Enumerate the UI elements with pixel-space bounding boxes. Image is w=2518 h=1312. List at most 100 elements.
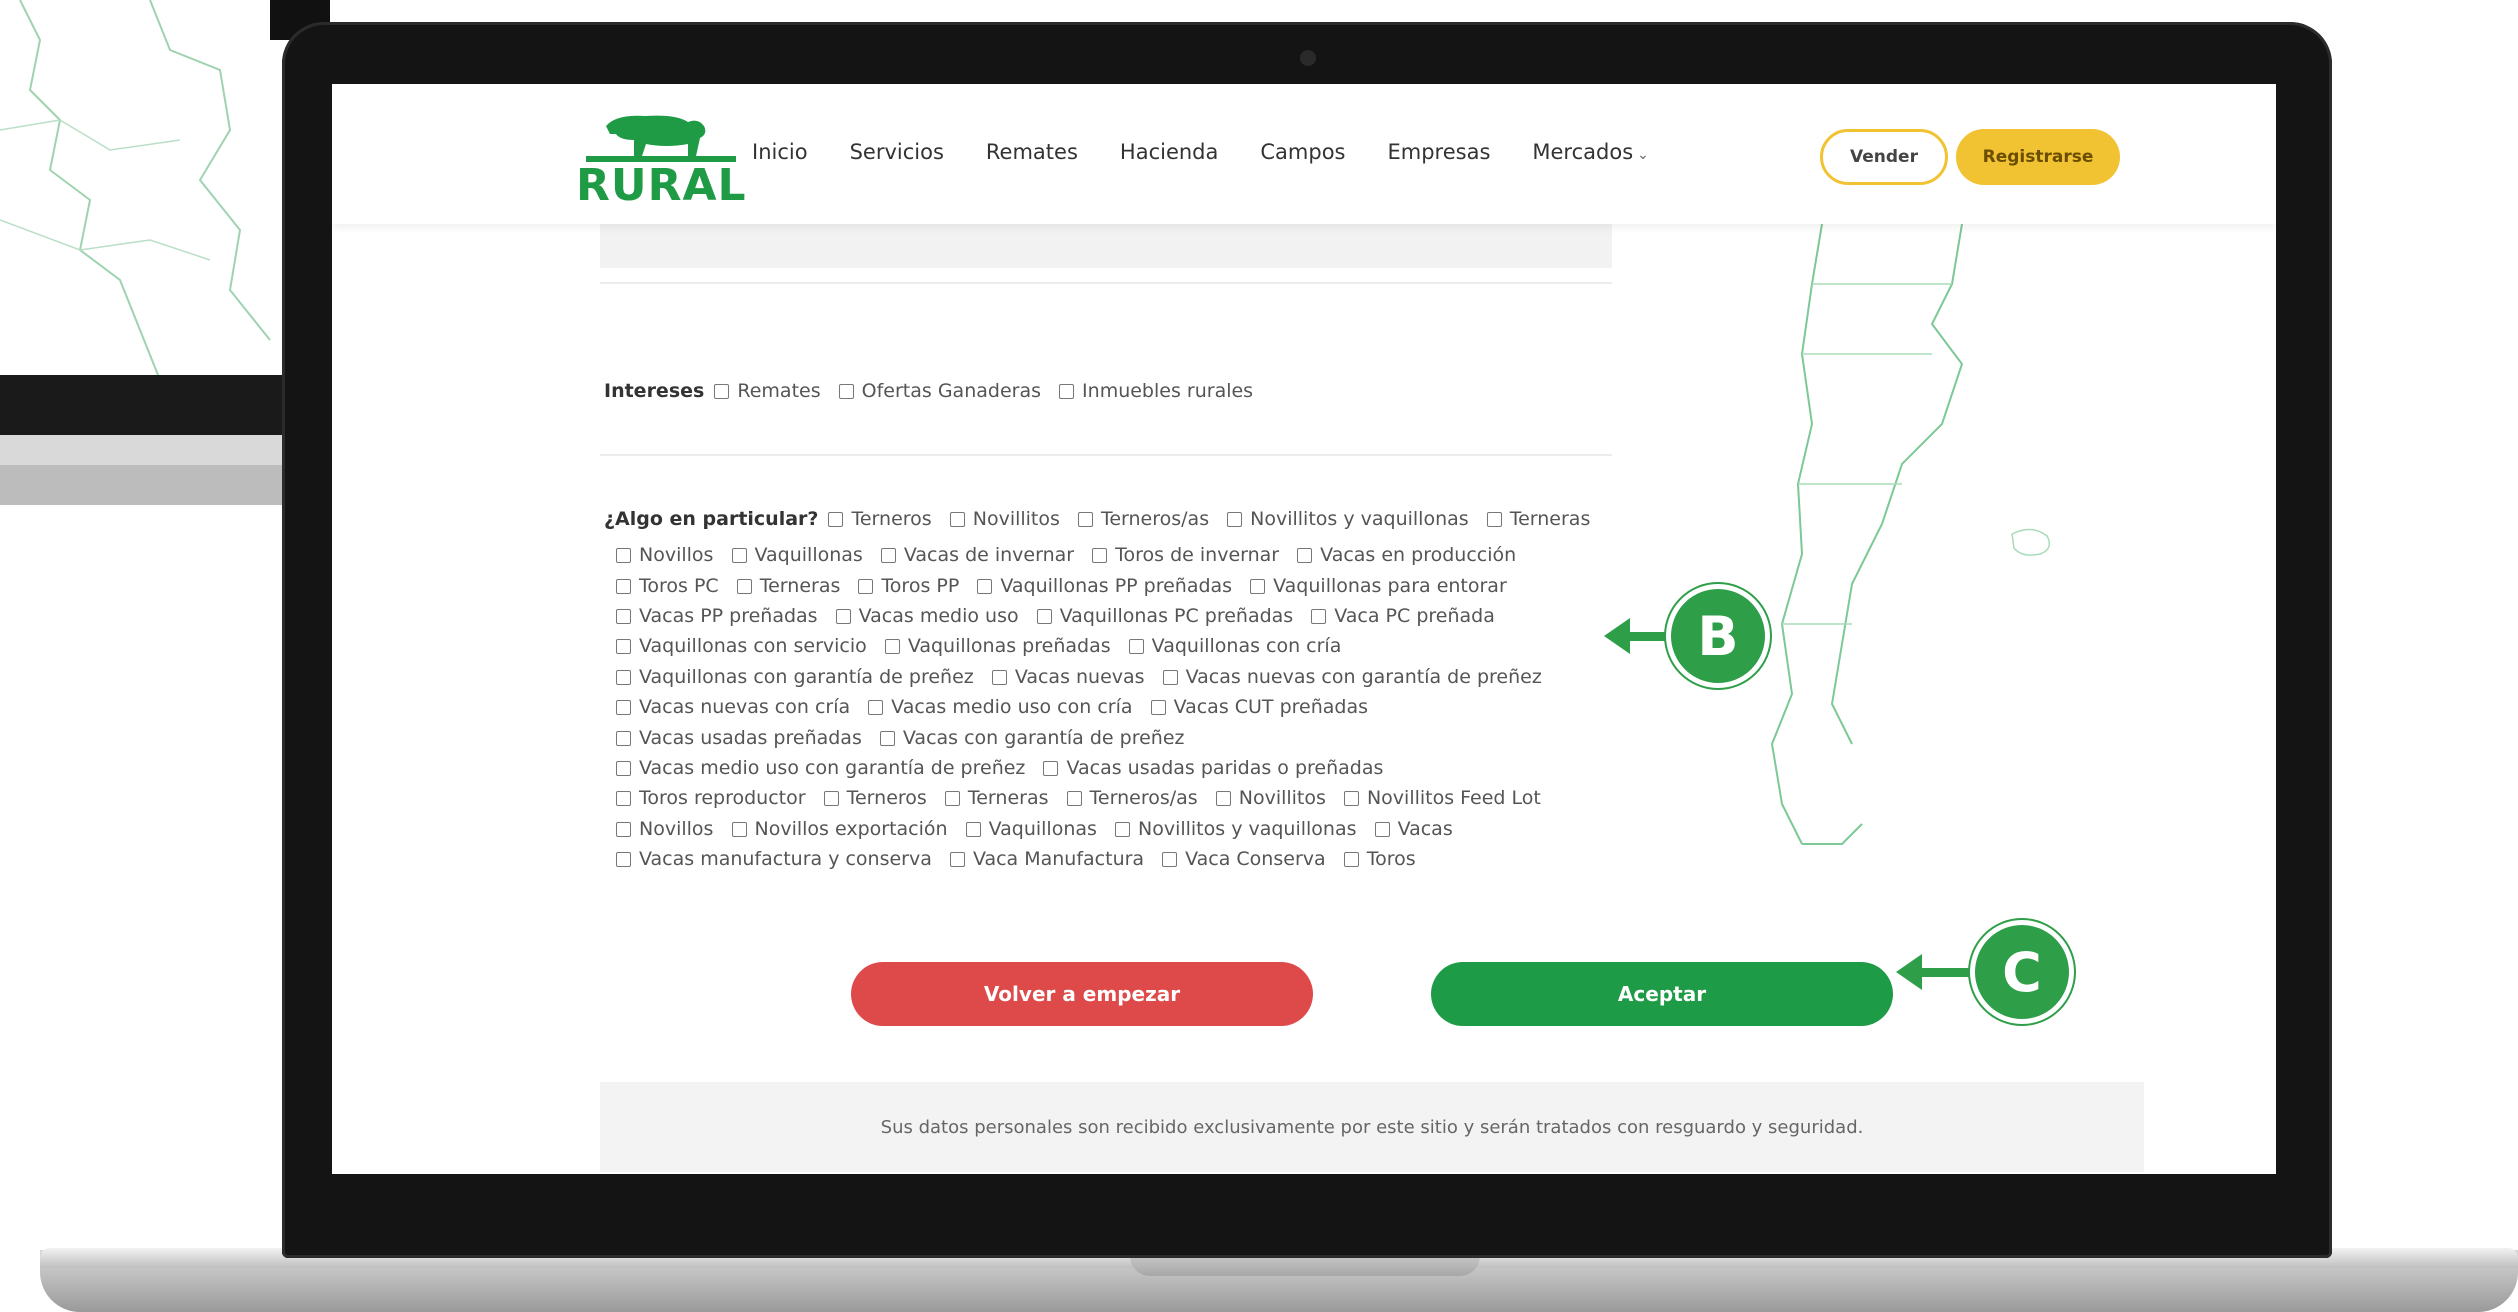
- algo-checkbox[interactable]: [1066, 791, 1082, 806]
- algo-option: Terneras: [759, 575, 841, 597]
- algo-checkbox[interactable]: [731, 822, 747, 837]
- algo-option: Vacas con garantía de preñez: [902, 727, 1185, 749]
- algo-checkbox[interactable]: [965, 822, 981, 837]
- algo-row-11: Vacas manufactura y conserva Vaca Manufa…: [612, 848, 1416, 870]
- algo-option: Vacas nuevas con cría: [639, 696, 851, 718]
- algo-option: Terneros/as: [1089, 787, 1198, 809]
- chevron-down-icon: ⌄: [1637, 147, 1649, 163]
- algo-checkbox[interactable]: [1374, 822, 1390, 837]
- arrow-left-icon: [1604, 618, 1630, 654]
- algo-option: Vacas nuevas con garantía de preñez: [1185, 666, 1542, 688]
- rural-logo[interactable]: RURAL: [576, 104, 746, 214]
- nav-link-mercados[interactable]: Mercados ⌄: [1532, 140, 1648, 164]
- algo-option: Vaquillonas PC preñadas: [1059, 605, 1294, 627]
- algo-checkbox[interactable]: [616, 852, 631, 867]
- divider: [600, 282, 1612, 284]
- vender-button[interactable]: Vender: [1820, 129, 1948, 185]
- algo-option: Novillitos y vaquillonas: [1137, 818, 1357, 840]
- algo-row-10: Novillos Novillos exportación Vaquillona…: [612, 818, 1453, 840]
- cow-icon: [586, 115, 736, 162]
- nav-link-campos[interactable]: Campos: [1260, 140, 1345, 164]
- algo-option: Terneras: [967, 787, 1049, 809]
- algo-option: Vacas medio uso con cría: [891, 696, 1133, 718]
- algo-checkbox[interactable]: [616, 731, 631, 746]
- algo-checkbox[interactable]: [1297, 548, 1313, 563]
- nav-link-remates[interactable]: Remates: [986, 140, 1078, 164]
- nav-link-hacienda[interactable]: Hacienda: [1120, 140, 1218, 164]
- algo-checkbox[interactable]: [736, 579, 752, 594]
- algo-option: Terneras: [1509, 508, 1591, 530]
- callout-c-badge: C: [1970, 920, 2074, 1024]
- volver-a-empezar-button[interactable]: Volver a empezar: [851, 962, 1313, 1026]
- algo-option: Terneros/as: [1100, 508, 1210, 530]
- algo-checkbox[interactable]: [949, 852, 965, 867]
- algo-checkbox[interactable]: [944, 791, 960, 806]
- algo-option: Vaquillonas: [754, 544, 863, 566]
- algo-checkbox[interactable]: [977, 579, 993, 594]
- algo-checkbox[interactable]: [731, 548, 747, 563]
- algo-checkbox[interactable]: [879, 731, 895, 746]
- algo-checkbox[interactable]: [1043, 761, 1059, 776]
- algo-option: Vaca PC preñada: [1334, 605, 1495, 627]
- algo-option: Vacas: [1397, 818, 1453, 840]
- algo-checkbox[interactable]: [949, 512, 965, 527]
- algo-checkbox[interactable]: [1215, 791, 1231, 806]
- algo-checkbox[interactable]: [616, 548, 631, 563]
- nav-link-mercados-label: Mercados: [1532, 140, 1634, 164]
- algo-checkbox[interactable]: [1092, 548, 1108, 563]
- algo-option: Vacas usadas preñadas: [639, 727, 862, 749]
- algo-checkbox[interactable]: [1036, 609, 1052, 624]
- algo-checkbox[interactable]: [991, 670, 1007, 685]
- aceptar-button[interactable]: Aceptar: [1431, 962, 1893, 1026]
- algo-checkbox[interactable]: [1114, 822, 1130, 837]
- site-navbar: RURAL Inicio Servicios Remates Hacienda …: [332, 84, 2276, 224]
- algo-row-6: Vacas nuevas con cría Vacas medio uso co…: [612, 696, 1368, 718]
- algo-checkbox[interactable]: [1343, 791, 1359, 806]
- background-device-edge: [0, 375, 300, 505]
- form-input-remnant[interactable]: [600, 224, 1612, 268]
- intereses-checkbox-remates[interactable]: [714, 384, 730, 399]
- algo-row-3: Vacas PP preñadas Vacas medio uso Vaquil…: [612, 605, 1495, 627]
- algo-checkbox[interactable]: [616, 700, 631, 715]
- algo-option: Novillos: [639, 818, 714, 840]
- algo-checkbox[interactable]: [616, 822, 631, 837]
- algo-checkbox[interactable]: [616, 639, 631, 654]
- algo-checkbox[interactable]: [1250, 579, 1266, 594]
- algo-checkbox[interactable]: [1128, 639, 1144, 654]
- algo-checkbox[interactable]: [880, 548, 896, 563]
- algo-checkbox[interactable]: [616, 609, 631, 624]
- algo-checkbox[interactable]: [823, 791, 839, 806]
- algo-checkbox[interactable]: [616, 579, 631, 594]
- algo-checkbox[interactable]: [884, 639, 900, 654]
- intereses-row: Intereses Remates Ofertas Ganaderas Inmu…: [604, 380, 1253, 402]
- nav-link-empresas[interactable]: Empresas: [1387, 140, 1490, 164]
- algo-checkbox[interactable]: [1486, 512, 1502, 527]
- nav-link-servicios[interactable]: Servicios: [850, 140, 944, 164]
- algo-checkbox[interactable]: [858, 579, 874, 594]
- registrarse-button[interactable]: Registrarse: [1956, 129, 2120, 185]
- algo-option: Vacas manufactura y conserva: [639, 848, 932, 870]
- algo-checkbox[interactable]: [616, 791, 631, 806]
- algo-row-9: Toros reproductor Terneros Terneras Tern…: [612, 787, 1541, 809]
- algo-checkbox[interactable]: [1162, 670, 1178, 685]
- algo-checkbox[interactable]: [1227, 512, 1243, 527]
- algo-checkbox[interactable]: [1343, 852, 1359, 867]
- algo-option: Novillitos: [972, 508, 1060, 530]
- intereses-checkbox-inmuebles[interactable]: [1059, 384, 1075, 399]
- algo-option: Vacas nuevas: [1014, 666, 1145, 688]
- algo-checkbox[interactable]: [828, 512, 844, 527]
- intereses-label: Intereses: [604, 380, 705, 402]
- algo-checkbox[interactable]: [616, 670, 631, 685]
- algo-option: Vacas usadas paridas o preñadas: [1066, 757, 1384, 779]
- algo-checkbox[interactable]: [1077, 512, 1093, 527]
- algo-option: Vacas en producción: [1320, 544, 1517, 566]
- intereses-checkbox-ofertas[interactable]: [838, 384, 854, 399]
- algo-checkbox[interactable]: [1162, 852, 1178, 867]
- algo-row-1: Novillos Vaquillonas Vacas de invernar T…: [612, 544, 1516, 566]
- algo-checkbox[interactable]: [616, 761, 631, 776]
- algo-checkbox[interactable]: [835, 609, 851, 624]
- algo-checkbox[interactable]: [1311, 609, 1327, 624]
- algo-checkbox[interactable]: [868, 700, 884, 715]
- nav-link-inicio[interactable]: Inicio: [752, 140, 808, 164]
- algo-checkbox[interactable]: [1150, 700, 1166, 715]
